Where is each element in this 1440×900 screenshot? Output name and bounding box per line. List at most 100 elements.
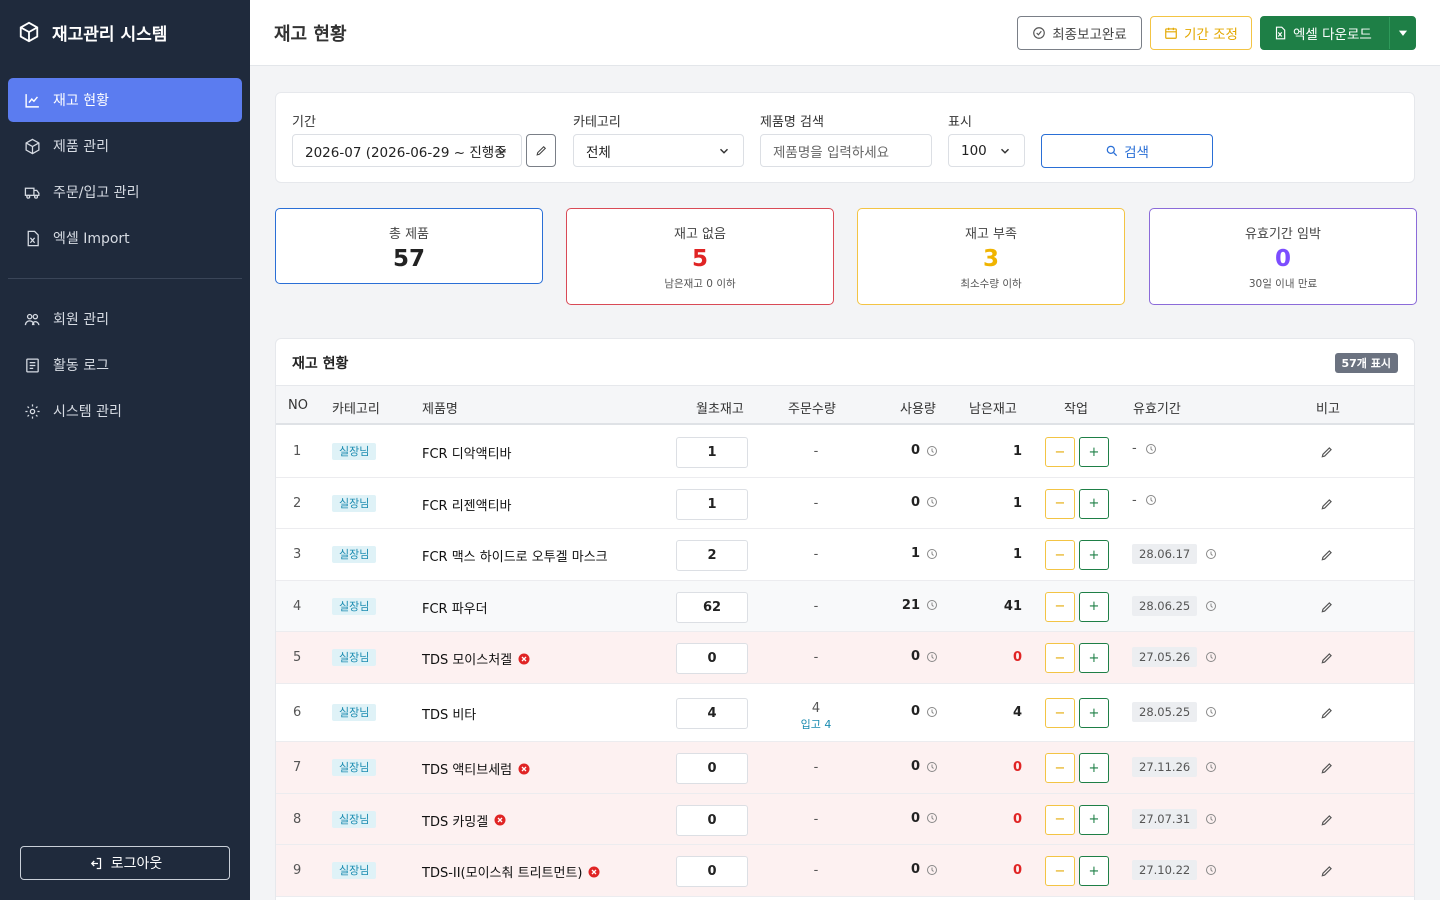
clock-icon[interactable] <box>1205 706 1217 718</box>
clock-icon[interactable] <box>926 864 938 876</box>
stat-card-total: 총 제품 57 <box>275 208 543 284</box>
clock-icon[interactable] <box>1205 600 1217 612</box>
clock-icon[interactable] <box>926 599 938 611</box>
increase-button[interactable]: + <box>1079 856 1109 886</box>
edit-note-icon[interactable] <box>1320 706 1334 720</box>
remaining-stock: 1 <box>1012 444 1022 459</box>
row-no: 8 <box>293 811 302 827</box>
clock-icon[interactable] <box>1205 761 1217 773</box>
edit-note-icon[interactable] <box>1320 761 1334 775</box>
sidebar-item-label: 제품 관리 <box>53 139 109 155</box>
chevron-down-icon <box>1000 148 1010 154</box>
product-name: FCR 파우더 <box>422 601 488 617</box>
sidebar-item-label: 시스템 관리 <box>53 404 122 420</box>
decrease-button[interactable]: − <box>1045 698 1075 728</box>
sidebar-item-excel-import[interactable]: 엑셀 Import <box>8 216 242 260</box>
decrease-button[interactable]: − <box>1045 437 1075 467</box>
increase-button[interactable]: + <box>1079 698 1109 728</box>
edit-note-icon[interactable] <box>1320 813 1334 827</box>
sidebar-item-inventory-status[interactable]: 재고 현황 <box>8 78 242 122</box>
edit-note-icon[interactable] <box>1320 445 1334 459</box>
decrease-button[interactable]: − <box>1045 540 1075 570</box>
clock-icon[interactable] <box>926 651 938 663</box>
product-name-cell: FCR 리젠액티바 <box>422 495 512 514</box>
initial-stock-input[interactable]: 0 <box>676 856 748 887</box>
decrease-button[interactable]: − <box>1045 753 1075 783</box>
initial-stock-input[interactable]: 0 <box>676 753 748 784</box>
edit-note-icon[interactable] <box>1320 497 1334 511</box>
usage-value: 21 <box>901 597 920 613</box>
sidebar-item-activity-log[interactable]: 활동 로그 <box>8 343 242 387</box>
product-name: TDS 액티브세럼 <box>422 763 513 778</box>
period-adjust-button[interactable]: 기간 조정 <box>1150 16 1252 50</box>
clock-icon[interactable] <box>1205 813 1217 825</box>
initial-stock-input[interactable]: 0 <box>676 804 748 836</box>
expiry-cell: 27.05.26 <box>1132 647 1217 667</box>
sidebar-item-order-management[interactable]: 주문/입고 관리 <box>8 170 242 214</box>
increase-button[interactable]: + <box>1079 540 1109 570</box>
excel-download-button[interactable]: 엑셀 다운로드 <box>1260 16 1416 50</box>
display-count-select[interactable]: 100 <box>948 134 1025 167</box>
clock-icon[interactable] <box>1205 548 1217 560</box>
sidebar-item-members[interactable]: 회원 관리 <box>8 297 242 341</box>
initial-stock-input[interactable]: 0 <box>676 643 748 674</box>
usage-cell: 1 <box>876 546 938 561</box>
clock-icon[interactable] <box>1205 864 1217 876</box>
clock-icon[interactable] <box>926 706 938 718</box>
row-no: 1 <box>293 444 302 459</box>
period-select[interactable]: 2026-07 (2026-06-29 ~ 진행중 <box>292 134 522 167</box>
remaining-stock: 0 <box>1012 650 1022 665</box>
product-search-input[interactable]: 제품명을 입력하세요 <box>760 134 932 167</box>
clock-icon[interactable] <box>926 812 938 824</box>
product-name-cell: TDS 비타 <box>422 704 476 723</box>
decrease-button[interactable]: − <box>1045 643 1075 673</box>
increase-button[interactable]: + <box>1079 488 1109 519</box>
decrease-button[interactable]: − <box>1045 804 1075 835</box>
edit-note-icon[interactable] <box>1320 600 1334 614</box>
usage-value: 0 <box>910 862 920 877</box>
edit-note-icon[interactable] <box>1320 864 1334 878</box>
logout-button[interactable]: 로그아웃 <box>20 846 230 880</box>
clock-icon[interactable] <box>1145 443 1157 455</box>
clock-icon[interactable] <box>926 761 938 773</box>
period-edit-button[interactable] <box>526 134 556 167</box>
initial-stock-input[interactable]: 2 <box>676 540 748 571</box>
edit-note-icon[interactable] <box>1320 651 1334 665</box>
category-select[interactable]: 전체 <box>573 134 744 167</box>
increase-button[interactable]: + <box>1079 804 1109 835</box>
increase-button[interactable]: + <box>1079 437 1109 467</box>
increase-button[interactable]: + <box>1079 591 1109 622</box>
search-label: 제품명 검색 <box>760 115 824 130</box>
expiry-value: 28.06.17 <box>1132 544 1198 564</box>
excel-file-icon <box>27 230 39 246</box>
clock-icon[interactable] <box>926 548 938 560</box>
increase-button[interactable]: + <box>1079 753 1109 783</box>
initial-stock-input[interactable]: 1 <box>676 437 748 468</box>
excel-dropdown-toggle[interactable] <box>1389 17 1415 49</box>
category-tag: 실장님 <box>332 494 377 512</box>
initial-stock-input[interactable]: 4 <box>676 698 748 729</box>
expiry-value: - <box>1132 492 1137 508</box>
clock-icon[interactable] <box>1205 651 1217 663</box>
edit-note-icon[interactable] <box>1320 548 1334 562</box>
final-report-button[interactable]: 최종보고완료 <box>1017 16 1142 50</box>
clock-icon[interactable] <box>1145 494 1157 506</box>
initial-stock-input[interactable]: 62 <box>676 591 748 623</box>
order-qty: - <box>813 863 819 878</box>
order-qty: 4 <box>811 701 821 716</box>
sidebar-item-system[interactable]: 시스템 관리 <box>8 389 242 433</box>
clock-icon[interactable] <box>926 496 938 508</box>
search-button[interactable]: 검색 <box>1041 134 1213 168</box>
usage-value: 1 <box>910 546 920 561</box>
decrease-button[interactable]: − <box>1045 488 1075 519</box>
initial-stock-input[interactable]: 1 <box>676 488 748 520</box>
clock-icon[interactable] <box>926 445 938 457</box>
stat-card-low-stock: 재고 부족 3 최소수량 이하 <box>857 208 1125 305</box>
decrease-button[interactable]: − <box>1045 856 1075 886</box>
increase-button[interactable]: + <box>1079 643 1109 673</box>
decrease-button[interactable]: − <box>1045 591 1075 622</box>
row-no: 4 <box>293 598 302 614</box>
table-row: 9 실장님 TDS-II(모이스춰 트리트먼트) 0 - 0 0 − +27.10.22 <box>276 845 1414 897</box>
product-name: FCR 맥스 하이드로 오투겔 마스크 <box>422 550 608 565</box>
sidebar-item-product-management[interactable]: 제품 관리 <box>8 124 242 168</box>
